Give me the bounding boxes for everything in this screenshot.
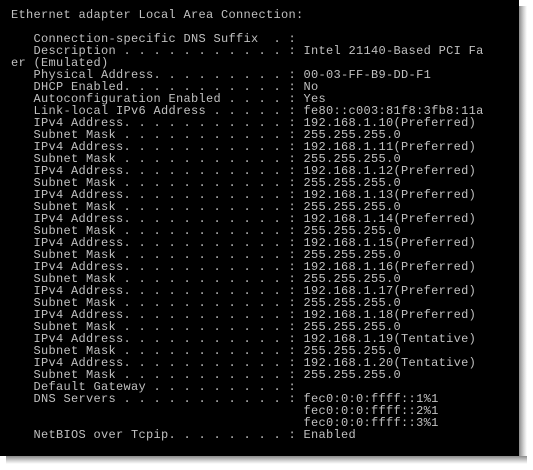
console-output: Ethernet adapter Local Area Connection: …	[11, 9, 484, 441]
console-line-adapter-heading: Ethernet adapter Local Area Connection:	[11, 8, 304, 22]
window-shadow-bottom	[6, 456, 527, 464]
window-shadow-right	[519, 6, 527, 462]
console-line-netbios: NetBIOS over Tcpip. . . . . . . . : Enab…	[11, 428, 357, 442]
command-prompt-window[interactable]: Ethernet adapter Local Area Connection: …	[0, 0, 519, 456]
